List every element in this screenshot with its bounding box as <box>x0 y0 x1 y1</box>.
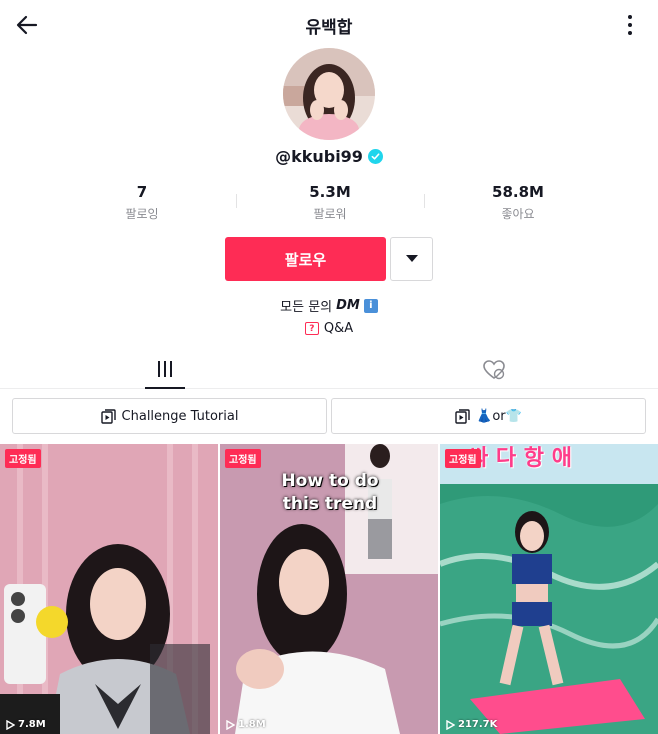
stat-following-label: 팔로잉 <box>125 207 159 221</box>
playlist-label: 👗or👕 <box>476 408 522 424</box>
heart-hidden-icon <box>483 360 505 380</box>
play-outline-icon <box>226 719 235 730</box>
view-count-text: 7.8M <box>18 719 46 730</box>
qa-label: Q&A <box>323 321 354 336</box>
suggested-accounts-button[interactable] <box>390 237 433 281</box>
video-overlay-text: How to do this trend <box>281 471 379 514</box>
tab-liked[interactable] <box>482 359 506 381</box>
content-tabs <box>0 355 658 389</box>
info-emoji-icon: i <box>363 298 378 313</box>
tab-videos[interactable] <box>145 355 185 389</box>
playlist-outfit[interactable]: 👗or👕 <box>331 398 646 434</box>
view-count: 217.7K <box>446 719 497 730</box>
pinned-badge: 고정됨 <box>225 449 261 468</box>
view-count-text: 1.8M <box>238 719 266 730</box>
avatar[interactable] <box>283 48 375 140</box>
play-outline-icon <box>446 719 455 730</box>
video-grid: 고정됨 7.8M 고정됨 How to do this trend 1.8M 싸… <box>0 444 658 734</box>
profile-stats: 7 팔로잉 5.3M 팔로워 58.8M 좋아요 <box>48 182 612 224</box>
qa-link[interactable]: ? Q&A <box>0 321 658 336</box>
top-bar: 유백합 <box>0 0 658 50</box>
play-outline-icon <box>6 719 15 730</box>
video-thumbnail[interactable]: 싸 다 항 애 고정됨 217.7K <box>440 444 658 734</box>
stat-followers-label: 팔로워 <box>313 207 347 221</box>
pinned-badge: 고정됨 <box>5 449 41 468</box>
follow-button[interactable]: 팔로우 <box>225 237 386 281</box>
playlists: Challenge Tutorial 👗or👕 <box>12 398 646 434</box>
grid-icon <box>158 361 172 377</box>
stat-followers[interactable]: 5.3M 팔로워 <box>236 182 424 224</box>
bio-text: 모든 문의 <box>280 300 333 315</box>
stat-following-count: 7 <box>136 183 148 201</box>
pinned-badge: 고정됨 <box>445 449 481 468</box>
stat-followers-count: 5.3M <box>309 183 351 201</box>
video-thumbnail[interactable]: 고정됨 How to do this trend 1.8M <box>220 444 438 734</box>
caret-down-icon <box>405 255 418 262</box>
playlist-icon <box>455 408 470 424</box>
username-row: @kkubi99 <box>0 147 658 166</box>
question-icon: ? <box>304 322 319 335</box>
bio: 모든 문의 DM i <box>0 296 658 315</box>
stat-following[interactable]: 7 팔로잉 <box>48 182 236 224</box>
playlist-challenge-tutorial[interactable]: Challenge Tutorial <box>12 398 327 434</box>
video-thumbnail[interactable]: 고정됨 7.8M <box>0 444 218 734</box>
verified-badge-icon <box>367 149 383 164</box>
more-vertical-icon <box>628 15 632 19</box>
playlist-label: Challenge Tutorial <box>121 408 239 424</box>
view-count-text: 217.7K <box>458 719 498 730</box>
stat-likes[interactable]: 58.8M 좋아요 <box>424 182 612 224</box>
username: @kkubi99 <box>275 147 363 166</box>
playlist-icon <box>100 408 116 424</box>
bio-dm: DM <box>336 298 360 313</box>
stat-likes-count: 58.8M <box>492 183 544 201</box>
more-options-button[interactable] <box>620 12 640 38</box>
view-count: 1.8M <box>226 719 266 730</box>
view-count: 7.8M <box>6 719 46 730</box>
stat-likes-label: 좋아요 <box>501 207 535 221</box>
video-overlay-text: 싸 다 항 애 <box>468 446 572 471</box>
page-title: 유백합 <box>305 18 353 38</box>
